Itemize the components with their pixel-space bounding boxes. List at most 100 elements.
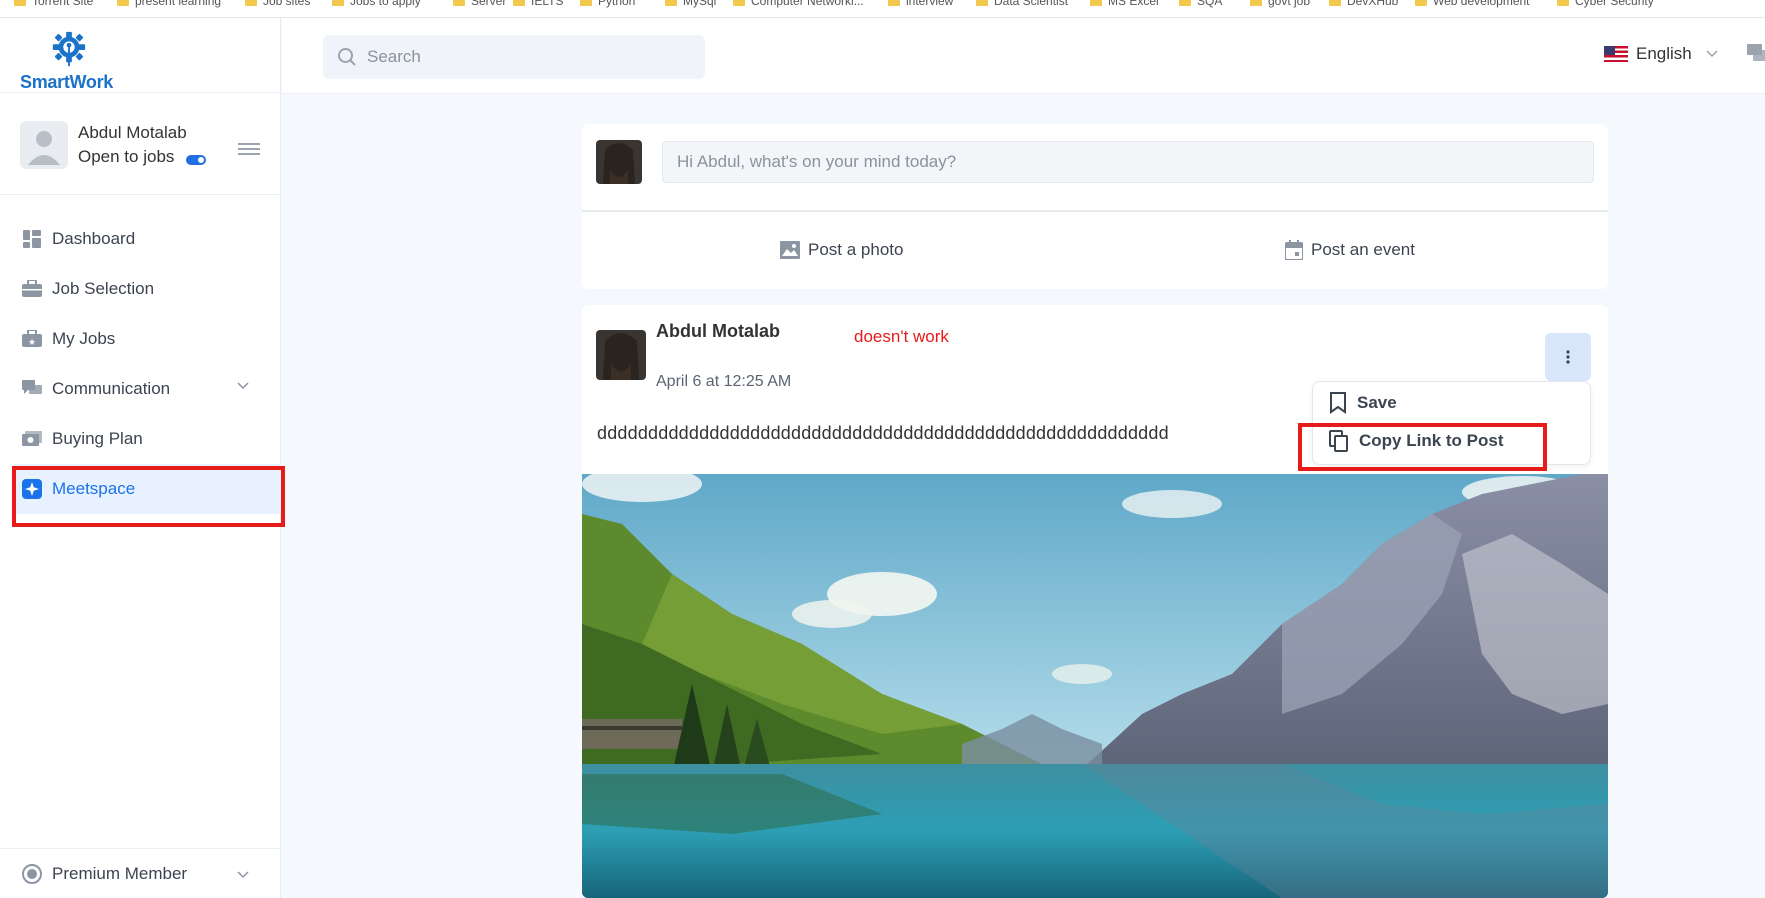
top-header: English xyxy=(282,18,1765,94)
avatar xyxy=(20,121,68,169)
image-icon xyxy=(780,241,800,259)
avatar[interactable] xyxy=(596,330,646,380)
post-event-button[interactable]: Post an event xyxy=(1285,240,1415,260)
folder-icon xyxy=(1415,0,1427,6)
divider xyxy=(582,210,1608,212)
sidebar-item-label: My Jobs xyxy=(52,329,116,348)
bookmark-item[interactable]: interview xyxy=(888,0,953,8)
profile-name: Abdul Motalab xyxy=(78,123,187,142)
bookmark-item[interactable]: MySql xyxy=(665,0,716,8)
folder-icon xyxy=(332,0,344,6)
bookmark-item[interactable]: Data Scientist xyxy=(976,0,1068,8)
sidebar-item-communication[interactable]: Communication xyxy=(0,364,281,414)
sidebar-item-premium-member[interactable]: Premium Member xyxy=(0,848,281,898)
chat-icon xyxy=(22,379,42,399)
star-briefcase-icon: ★ xyxy=(22,329,42,349)
bookmark-icon xyxy=(1330,392,1346,414)
folder-icon xyxy=(888,0,900,6)
post-body: dddddddddddddddddddddddddddddddddddddddd… xyxy=(597,423,1169,443)
folder-icon xyxy=(513,0,525,6)
bookmark-item[interactable]: govt job xyxy=(1250,0,1310,8)
post-image[interactable] xyxy=(582,474,1608,898)
post-photo-label: Post a photo xyxy=(808,240,904,259)
language-selector[interactable]: English xyxy=(1604,44,1718,64)
sidebar: SmartWork Abdul Motalab Open to jobs Das… xyxy=(0,18,281,898)
folder-icon xyxy=(1179,0,1191,6)
bookmark-item[interactable]: Server xyxy=(453,0,506,8)
sidebar-item-label: Job Selection xyxy=(52,279,155,298)
folder-icon xyxy=(245,0,257,6)
bookmark-item[interactable]: Python xyxy=(580,0,635,8)
folder-icon xyxy=(733,0,745,6)
annotation-note: doesn't work xyxy=(854,327,949,346)
sidebar-item-my-jobs[interactable]: ★ My Jobs xyxy=(0,314,281,364)
more-vertical-icon xyxy=(1566,350,1570,364)
folder-icon xyxy=(14,0,26,6)
folder-icon xyxy=(976,0,988,6)
sidebar-item-label: Premium Member xyxy=(52,863,188,883)
user-profile[interactable]: Abdul Motalab Open to jobs xyxy=(20,121,270,171)
bookmark-item[interactable]: MS Excel xyxy=(1090,0,1159,8)
bookmark-item[interactable]: Cyber Security xyxy=(1557,0,1654,8)
chevron-down-icon xyxy=(1706,50,1718,58)
post-event-label: Post an event xyxy=(1311,240,1415,259)
sidebar-item-label: Communication xyxy=(52,379,171,398)
messages-icon[interactable] xyxy=(1747,44,1765,64)
folder-icon xyxy=(1250,0,1262,6)
post-composer: Post a photo Post an event xyxy=(582,124,1608,289)
bookmark-item[interactable]: present learning xyxy=(117,0,221,8)
user-photo-icon xyxy=(596,330,646,380)
search-input[interactable] xyxy=(367,47,687,67)
search-box xyxy=(323,35,705,79)
bookmark-item[interactable]: Jobs to apply xyxy=(332,0,421,8)
gear-logo-icon xyxy=(52,31,86,67)
sidebar-item-dashboard[interactable]: Dashboard xyxy=(0,214,281,264)
save-post-menu-item[interactable]: Save xyxy=(1329,392,1397,414)
highlight-box-meetspace xyxy=(12,466,285,527)
chevron-down-icon[interactable] xyxy=(237,382,249,390)
save-label: Save xyxy=(1357,393,1397,412)
profile-status: Open to jobs xyxy=(78,147,175,166)
sidebar-item-job-selection[interactable]: Job Selection xyxy=(0,264,281,314)
folder-icon xyxy=(1329,0,1341,6)
folder-icon xyxy=(1557,0,1569,6)
post-photo-button[interactable]: Post a photo xyxy=(780,240,903,260)
bookmark-item[interactable]: IELTS xyxy=(513,0,563,8)
us-flag-icon xyxy=(1604,46,1628,62)
sidebar-item-label: Dashboard xyxy=(52,229,136,248)
menu-collapse-icon[interactable] xyxy=(238,143,260,157)
chevron-down-icon[interactable] xyxy=(237,871,249,879)
search-icon xyxy=(338,48,356,66)
bookmark-item[interactable]: Job sites xyxy=(245,0,310,8)
sidebar-item-buying-plan[interactable]: Buying Plan xyxy=(0,414,281,464)
user-photo-icon xyxy=(596,140,642,184)
highlight-box-copy-link xyxy=(1298,423,1547,471)
divider xyxy=(0,92,281,93)
divider xyxy=(0,194,281,195)
bookmark-item[interactable]: DevXHub xyxy=(1329,0,1398,8)
badge-icon xyxy=(22,863,42,884)
folder-icon xyxy=(1090,0,1102,6)
folder-icon xyxy=(453,0,465,6)
bookmark-item[interactable]: Torrent Site xyxy=(14,0,93,8)
bookmark-item[interactable]: Web development xyxy=(1415,0,1530,8)
post-author[interactable]: Abdul Motalab xyxy=(656,321,780,342)
user-silhouette-icon xyxy=(28,131,60,165)
open-to-jobs-toggle[interactable] xyxy=(186,155,206,165)
bookmark-item[interactable]: Computer Networki... xyxy=(733,0,864,8)
folder-icon xyxy=(665,0,677,6)
post-options-button[interactable] xyxy=(1545,333,1591,381)
money-icon xyxy=(22,429,42,449)
brand-name: SmartWork xyxy=(20,72,113,92)
dashboard-icon xyxy=(22,229,42,249)
briefcase-icon xyxy=(22,279,42,299)
folder-icon xyxy=(117,0,129,6)
svg-text:★: ★ xyxy=(28,337,36,347)
calendar-icon xyxy=(1285,240,1303,260)
logo[interactable]: SmartWork xyxy=(20,26,130,96)
bookmarks-bar: Torrent Site present learning Job sites … xyxy=(0,0,1765,18)
post-input[interactable] xyxy=(662,141,1594,183)
sidebar-item-label: Buying Plan xyxy=(52,429,143,448)
language-label: English xyxy=(1636,44,1692,63)
bookmark-item[interactable]: SQA xyxy=(1179,0,1222,8)
